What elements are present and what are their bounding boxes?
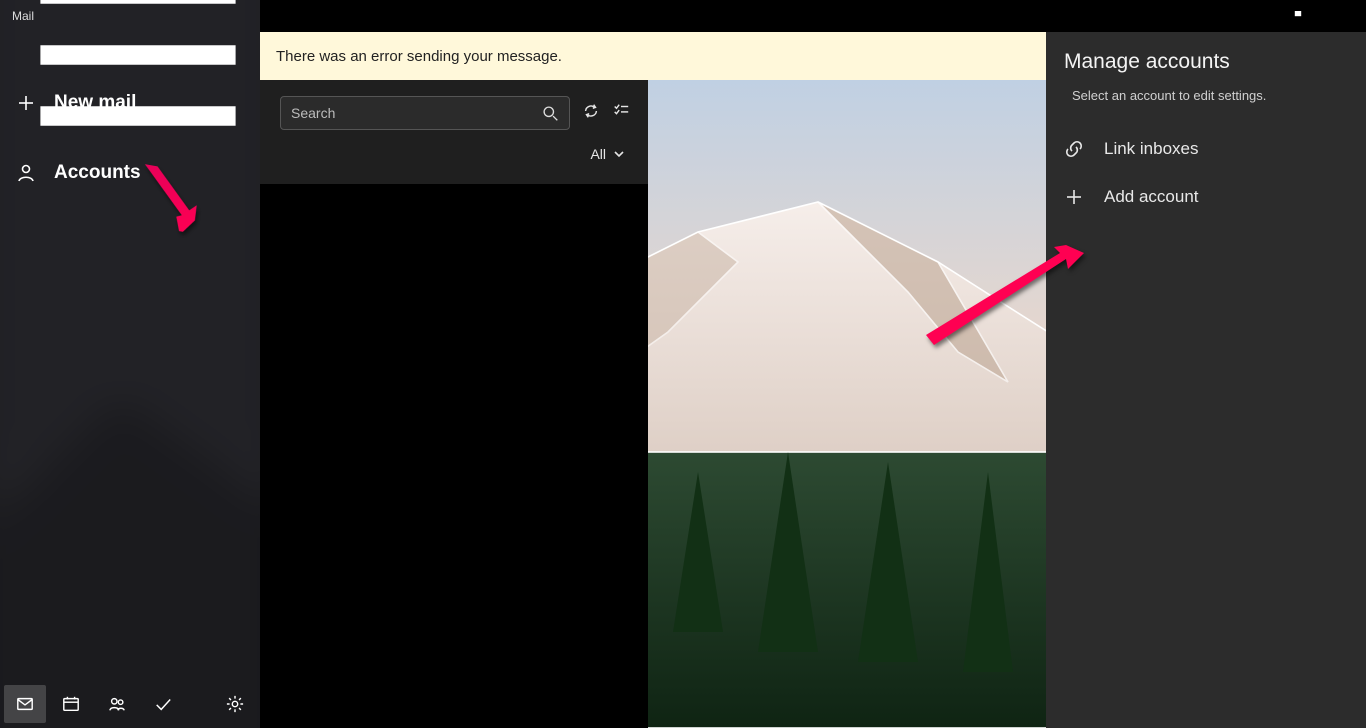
link-inboxes-button[interactable]: Link inboxes (1046, 125, 1366, 173)
minimize-button[interactable] (1228, 0, 1274, 32)
todo-app-button[interactable] (142, 685, 184, 723)
refresh-icon (582, 102, 600, 120)
panel-subtitle: Select an account to edit settings. (1046, 82, 1366, 125)
filter-label: All (590, 146, 606, 162)
add-account-button[interactable]: Add account (1046, 173, 1366, 221)
content-background (648, 32, 1046, 728)
chevron-down-icon (612, 147, 626, 161)
search-icon (542, 105, 559, 122)
settings-button[interactable] (214, 685, 256, 723)
message-list-empty (260, 184, 648, 728)
link-icon (1064, 139, 1084, 159)
plus-icon (1064, 187, 1084, 207)
gear-icon (226, 695, 244, 713)
add-account-label: Add account (1104, 187, 1199, 207)
search-input[interactable] (291, 105, 542, 121)
people-icon (108, 695, 126, 713)
search-box[interactable] (280, 96, 570, 130)
person-icon (16, 163, 36, 183)
panel-title: Manage accounts (1046, 32, 1366, 82)
mail-app-button[interactable] (4, 685, 46, 723)
message-list-header: All (260, 80, 648, 184)
people-app-button[interactable] (96, 685, 138, 723)
maximize-button[interactable] (1274, 0, 1320, 32)
link-inboxes-label: Link inboxes (1104, 139, 1199, 159)
calendar-icon (62, 695, 80, 713)
manage-accounts-panel: Manage accounts Select an account to edi… (1046, 32, 1366, 728)
titlebar: Mail (0, 0, 1366, 32)
hamburger-button[interactable] (0, 32, 260, 78)
sidebar: New mail Accounts (0, 0, 260, 728)
select-mode-button[interactable] (612, 102, 630, 125)
new-mail-label: New mail (54, 92, 136, 114)
sidebar-bottom-bar (0, 680, 260, 728)
window-title: Mail (0, 9, 34, 23)
error-text: There was an error sending your message. (276, 48, 562, 65)
filter-dropdown[interactable]: All (260, 140, 648, 176)
error-banner: There was an error sending your message. (260, 32, 1046, 80)
annotation-arrow-addaccount (910, 235, 1090, 355)
check-icon (154, 695, 172, 713)
mail-icon (16, 695, 34, 713)
sync-button[interactable] (582, 102, 600, 125)
calendar-app-button[interactable] (50, 685, 92, 723)
close-button[interactable] (1320, 0, 1366, 32)
checklist-icon (612, 102, 630, 120)
plus-icon (16, 93, 36, 113)
